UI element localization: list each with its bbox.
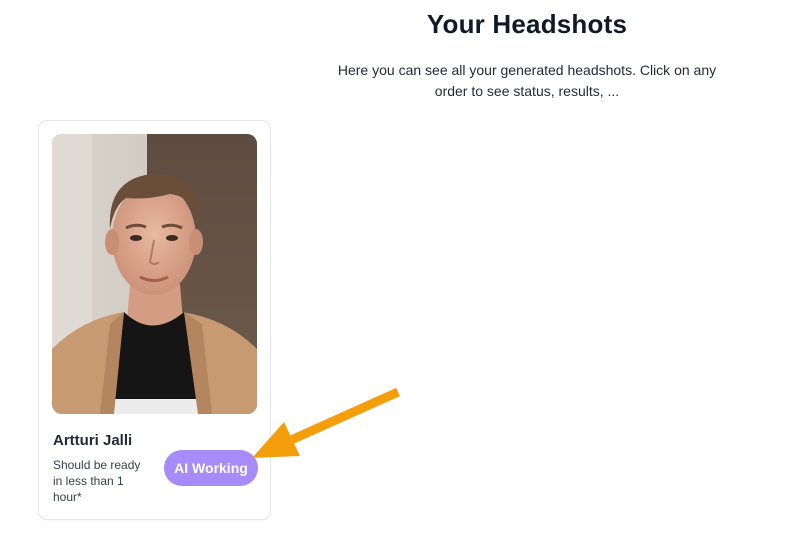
eta-text: Should be ready in less than 1 hour* bbox=[53, 458, 141, 504]
arrow-icon bbox=[252, 387, 400, 458]
page-subtitle: Here you can see all your generated head… bbox=[337, 62, 717, 99]
page-header: Your Headshots Here you can see all your… bbox=[327, 0, 727, 102]
person-name: Artturi Jalli bbox=[53, 432, 133, 449]
page-title: Your Headshots bbox=[426, 9, 628, 39]
headshots-page: Your Headshots Here you can see all your… bbox=[0, 0, 800, 550]
headshot-photo bbox=[52, 134, 257, 414]
order-card[interactable]: Artturi Jalli Should be ready in less th… bbox=[38, 120, 271, 520]
